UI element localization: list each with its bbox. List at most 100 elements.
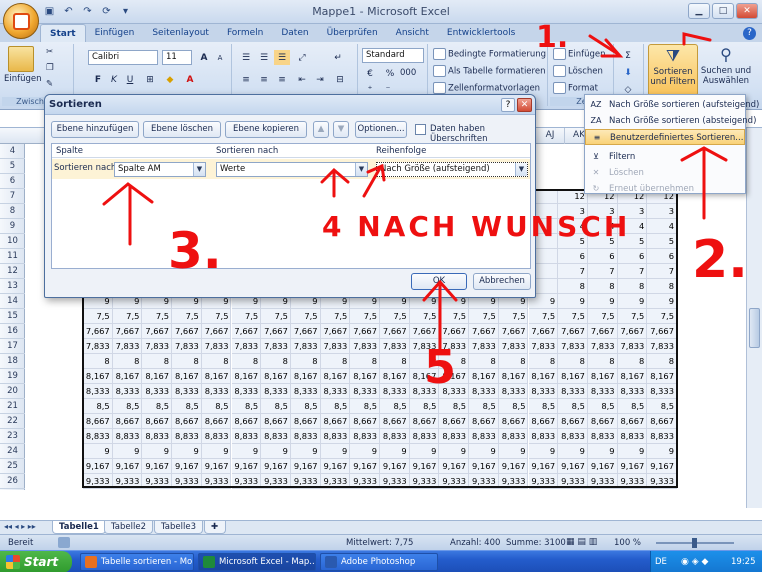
tab-7[interactable]: Entwicklertools	[438, 24, 524, 42]
close-button[interactable]: ✕	[736, 3, 758, 19]
bold-button[interactable]: F	[90, 72, 106, 87]
underline-button[interactable]: U	[122, 72, 138, 87]
merge-icon[interactable]: ⊟	[332, 72, 348, 87]
align-middle-icon[interactable]: ☰	[256, 50, 272, 65]
paste-icon[interactable]	[8, 46, 34, 72]
cell-styles-button[interactable]: Zellenformatvorlagen	[433, 82, 540, 94]
row-header[interactable]: 14	[0, 294, 25, 309]
taskbar-item[interactable]: Adobe Photoshop	[320, 553, 438, 571]
move-down-icon[interactable]: ▼	[333, 121, 349, 138]
menu-item[interactable]: ↻ Erneut übernehmen	[585, 181, 745, 197]
row-header[interactable]: 18	[0, 354, 25, 369]
align-bottom-icon[interactable]: ☰	[274, 50, 290, 65]
sort-filter-button[interactable]: ⧩ Sortieren und Filtern	[648, 44, 698, 96]
row-header[interactable]: 19	[0, 369, 25, 384]
row-header[interactable]: 12	[0, 264, 25, 279]
tab-4[interactable]: Daten	[272, 24, 317, 42]
row-header[interactable]: 20	[0, 384, 25, 399]
language-indicator[interactable]: DE	[655, 551, 667, 572]
row-header[interactable]: 9	[0, 219, 25, 234]
tray-icons[interactable]: ◉ ◈ ◆	[681, 551, 708, 572]
number-format-select[interactable]: Standard	[362, 48, 424, 63]
insert-sheet-icon[interactable]: ✚	[204, 521, 226, 534]
tab-3[interactable]: Formeln	[218, 24, 272, 42]
indent-increase-icon[interactable]: ⇥	[312, 72, 328, 87]
menu-item[interactable]: ✕ Löschen	[585, 165, 745, 181]
copy-level-button[interactable]: Ebene kopieren	[225, 121, 307, 138]
options-button[interactable]: Optionen...	[355, 121, 407, 138]
move-up-icon[interactable]: ▲	[313, 121, 329, 138]
sheet-tab[interactable]: Tabelle1	[52, 521, 106, 534]
row-header[interactable]: 17	[0, 339, 25, 354]
percent-button[interactable]: %	[382, 66, 398, 81]
row-header[interactable]: 7	[0, 189, 25, 204]
ok-button[interactable]: OK	[411, 273, 467, 290]
row-header[interactable]: 5	[0, 159, 25, 174]
zoom-slider-thumb[interactable]	[692, 538, 697, 548]
help-icon[interactable]: ?	[743, 27, 756, 40]
tab-6[interactable]: Ansicht	[387, 24, 438, 42]
scroll-thumb[interactable]	[749, 308, 760, 348]
row-header[interactable]: 24	[0, 444, 25, 459]
row-header[interactable]: 8	[0, 204, 25, 219]
indent-decrease-icon[interactable]: ⇤	[294, 72, 310, 87]
macro-record-icon[interactable]	[58, 537, 70, 548]
border-icon[interactable]: ⊞	[142, 72, 158, 87]
align-top-icon[interactable]: ☰	[238, 50, 254, 65]
row-header[interactable]: 25	[0, 459, 25, 474]
tab-2[interactable]: Seitenlayout	[143, 24, 218, 42]
find-select-button[interactable]: ⚲ Suchen und Auswählen	[700, 44, 752, 96]
add-level-button[interactable]: Ebene hinzufügen	[51, 121, 139, 138]
taskbar-item[interactable]: Tabelle sortieren - Mo...	[80, 553, 194, 571]
minimize-button[interactable]: ▁	[688, 3, 710, 19]
align-left-icon[interactable]: ≡	[238, 72, 254, 87]
row-header[interactable]: 6	[0, 174, 25, 189]
delete-cells-button[interactable]: Löschen	[553, 65, 603, 77]
zoom-level[interactable]: 100 %	[614, 538, 641, 548]
row-header[interactable]: 21	[0, 399, 25, 414]
maximize-button[interactable]: □	[712, 3, 734, 19]
copy-icon[interactable]: ❐	[46, 63, 54, 73]
order-select[interactable]: Nach Größe (aufsteigend) ▼	[376, 162, 528, 177]
menu-item[interactable]: ZA Nach Größe sortieren (absteigend)	[585, 113, 757, 129]
row-header[interactable]: 26	[0, 474, 25, 489]
vertical-scrollbar[interactable]	[746, 128, 762, 508]
column-select[interactable]: Spalte AM ▼	[114, 162, 206, 177]
fill-icon[interactable]: ⬇	[620, 65, 636, 80]
font-size-select[interactable]: 11	[162, 50, 192, 65]
menu-item[interactable]: ⊻ Filtern	[585, 149, 745, 165]
format-cells-button[interactable]: Format	[553, 82, 598, 94]
delete-level-button[interactable]: Ebene löschen	[143, 121, 221, 138]
start-button[interactable]: Start	[0, 551, 72, 572]
tab-0[interactable]: Start	[40, 24, 86, 42]
sheet-nav-icons[interactable]: ◂◂ ◂ ▸ ▸▸	[4, 522, 36, 531]
cancel-button[interactable]: Abbrechen	[473, 273, 531, 290]
cut-icon[interactable]: ✂	[46, 47, 53, 57]
row-header[interactable]: 22	[0, 414, 25, 429]
paste-button[interactable]: Einfügen	[4, 74, 42, 84]
sort-on-select[interactable]: Werte ▼	[216, 162, 368, 177]
row-header[interactable]: 10	[0, 234, 25, 249]
view-buttons-icon[interactable]: ▦ ▤ ▥	[566, 537, 597, 547]
row-header[interactable]: 13	[0, 279, 25, 294]
thousands-button[interactable]: 000	[400, 68, 416, 78]
menu-item[interactable]: ≡ Benutzerdefiniertes Sortieren...	[585, 129, 745, 145]
grow-font-icon[interactable]: A	[196, 50, 212, 65]
dialog-help-button[interactable]: ?	[501, 98, 515, 112]
row-header[interactable]: 23	[0, 429, 25, 444]
shrink-font-icon[interactable]: A	[212, 50, 228, 65]
font-name-select[interactable]: Calibri	[88, 50, 158, 65]
align-right-icon[interactable]: ≡	[274, 72, 290, 87]
tab-5[interactable]: Überprüfen	[318, 24, 387, 42]
tab-1[interactable]: Einfügen	[86, 24, 144, 42]
column-header[interactable]: AJ	[536, 128, 565, 144]
wrap-text-icon[interactable]: ↵	[330, 50, 346, 65]
row-header[interactable]: 15	[0, 309, 25, 324]
row-header[interactable]: 11	[0, 249, 25, 264]
fill-color-icon[interactable]: ◆	[162, 72, 178, 87]
menu-item[interactable]: AZ Nach Größe sortieren (aufsteigend)	[585, 97, 760, 113]
taskbar-item[interactable]: Microsoft Excel - Map...	[198, 553, 316, 571]
dialog-close-button[interactable]: ✕	[517, 98, 532, 112]
orientation-icon[interactable]: ⤢	[294, 50, 310, 65]
conditional-format-button[interactable]: Bedingte Formatierung	[433, 48, 546, 60]
